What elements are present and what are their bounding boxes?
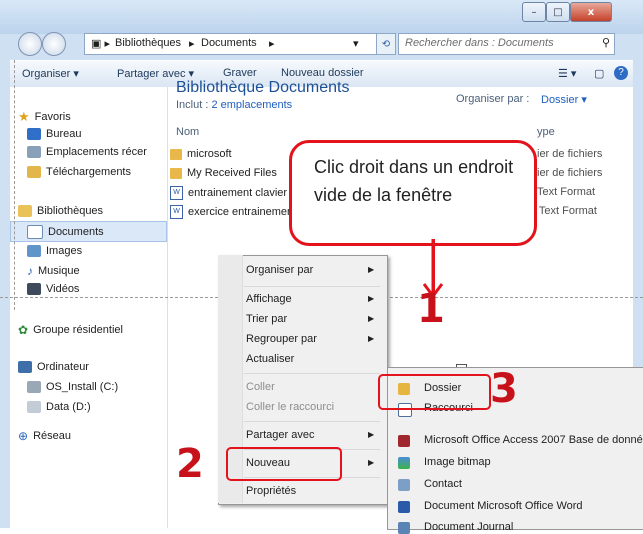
menu-separator (244, 373, 380, 374)
contact-icon (398, 479, 410, 491)
submenu-item-bitmap[interactable]: Image bitmap (424, 456, 491, 468)
menu-item-affichage[interactable]: Affichage (246, 293, 292, 305)
menu-item-partager-avec[interactable]: Partager avec (246, 429, 314, 441)
submenu-item-journal[interactable]: Document Journal (424, 521, 513, 533)
menu-item-organiser-par[interactable]: Organiser par (246, 264, 313, 276)
bitmap-icon (398, 457, 410, 469)
access-icon (398, 435, 410, 447)
menu-item-proprietes[interactable]: Propriétés (246, 485, 296, 497)
menu-item-coller[interactable]: Coller (246, 381, 275, 393)
submenu-arrow-icon: ▶ (368, 294, 375, 303)
step-number-3: 3 (490, 366, 518, 412)
submenu-arrow-icon: ▶ (368, 334, 375, 343)
submenu-item-word[interactable]: Document Microsoft Office Word (424, 500, 583, 512)
word-icon (398, 501, 410, 513)
highlight-nouveau (226, 447, 342, 481)
highlight-dossier (378, 374, 491, 410)
menu-separator (244, 286, 380, 287)
submenu-arrow-icon: ▶ (368, 265, 375, 274)
step-number-1: 1 (417, 286, 445, 332)
submenu-item-access[interactable]: Microsoft Office Access 2007 Base de don… (424, 434, 643, 446)
submenu-arrow-icon: ▶ (368, 430, 375, 439)
menu-item-regrouper-par[interactable]: Regrouper par (246, 333, 317, 345)
submenu-arrow-icon: ▶ (368, 314, 375, 323)
menu-item-coller-raccourci[interactable]: Coller le raccourci (246, 401, 334, 413)
menu-item-trier-par[interactable]: Trier par (246, 313, 287, 325)
journal-icon (398, 522, 410, 534)
step-number-2: 2 (176, 441, 204, 487)
menu-separator (244, 421, 380, 422)
menu-item-actualiser[interactable]: Actualiser (246, 353, 294, 365)
submenu-item-contact[interactable]: Contact (424, 478, 462, 490)
submenu-arrow-icon: ▶ (368, 458, 375, 467)
